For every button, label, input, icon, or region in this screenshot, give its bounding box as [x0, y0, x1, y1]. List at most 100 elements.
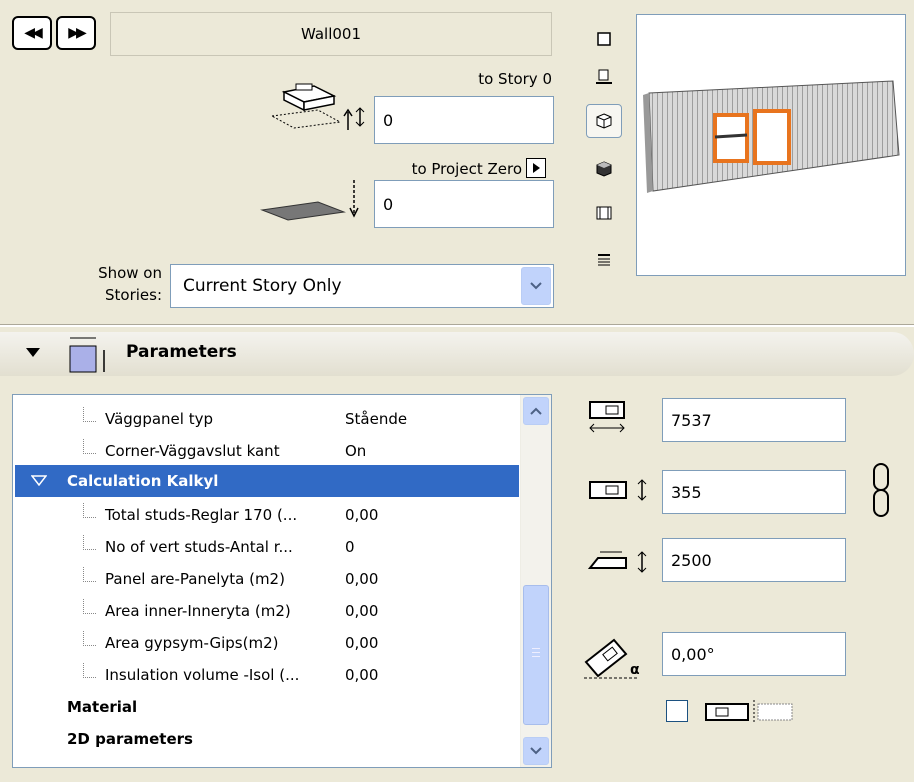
group-label: 2D parameters: [67, 730, 193, 748]
3d-shaded-button[interactable]: [586, 152, 622, 186]
param-value: 0,00: [345, 666, 379, 684]
wall-thickness-input[interactable]: 355: [662, 470, 846, 514]
show-on-stories-value: Current Story Only: [183, 276, 342, 296]
wall-length-value: 7537: [671, 410, 712, 430]
to-project-zero-value: 0: [383, 194, 394, 214]
stories-label: Stories:: [104, 286, 162, 304]
tree-group-material[interactable]: Material: [67, 691, 137, 723]
wall-height-value: 2500: [671, 550, 712, 570]
next-icon: ▶▶: [68, 25, 86, 41]
show-on-stories-select[interactable]: Current Story Only: [170, 264, 554, 308]
param-name: Väggpanel typ: [105, 410, 213, 428]
tree-scrollbar[interactable]: [520, 395, 551, 767]
tree-row[interactable]: Väggpanel typ Stående: [13, 403, 517, 435]
tree-row[interactable]: Total studs-Reglar 170 (... 0,00: [13, 499, 517, 531]
param-value: 0,00: [345, 634, 379, 652]
param-name: No of vert studs-Antal r...: [105, 538, 293, 556]
preview-panel[interactable]: [636, 14, 906, 276]
tree-group-calculation[interactable]: Calculation Kalkyl: [15, 465, 519, 497]
param-name: Area inner-Inneryta (m2): [105, 602, 291, 620]
tree-connector: [83, 503, 96, 518]
to-project-zero-input[interactable]: 0: [374, 180, 554, 228]
wall-length-input[interactable]: 7537: [662, 398, 846, 442]
param-value: On: [345, 442, 367, 460]
cube-icon: [596, 113, 612, 129]
tree-connector: [83, 663, 96, 678]
reference-menu-button[interactable]: [526, 158, 546, 178]
param-value: 0,00: [345, 506, 379, 524]
param-name: Insulation volume -Isol (...: [105, 666, 300, 684]
elevation-to-story-icon: [270, 83, 365, 130]
tree-group-2d-parameters[interactable]: 2D parameters: [67, 723, 193, 755]
tree-connector: [83, 567, 96, 582]
param-name: Corner-Väggavslut kant: [105, 442, 280, 460]
link-chain-icon[interactable]: [868, 460, 896, 520]
tree-connector: [83, 407, 96, 422]
elevation-view-button[interactable]: [586, 196, 622, 230]
chevron-down-icon: [530, 747, 542, 755]
tree-row[interactable]: No of vert studs-Antal r... 0: [13, 531, 517, 563]
param-name: Panel are-Panelyta (m2): [105, 570, 285, 588]
3d-view-button[interactable]: [586, 104, 622, 138]
element-name-field[interactable]: Wall001: [110, 12, 552, 56]
parameters-tree[interactable]: Väggpanel typ Stående Corner-Väggavslut …: [12, 394, 552, 768]
to-project-zero-label: to Project Zero: [411, 160, 522, 178]
show-on-stories-label: Show on Stories:: [78, 262, 162, 306]
element-name: Wall001: [300, 25, 362, 43]
expanded-triangle-icon: [31, 475, 47, 486]
wall-thickness-value: 355: [671, 482, 702, 502]
parameters-icon: [69, 337, 105, 373]
tree-connector: [83, 439, 96, 454]
to-story-label: to Story 0: [478, 70, 552, 88]
tree-connector: [83, 631, 96, 646]
to-story-value: 0: [383, 110, 394, 130]
film-icon: [596, 206, 612, 220]
section-view-button[interactable]: [586, 60, 622, 94]
shaded-cube-icon: [596, 161, 612, 177]
scroll-down-button[interactable]: [523, 737, 549, 765]
param-value: 0: [345, 538, 355, 556]
param-name: Area gypsym-Gips(m2): [105, 634, 279, 652]
plan-view-button[interactable]: [586, 22, 622, 56]
wall-length-icon: [589, 401, 625, 433]
wall-height-icon: [587, 551, 647, 573]
param-value: 0,00: [345, 602, 379, 620]
section-icon: [596, 69, 612, 84]
show-on-label: Show on: [98, 264, 162, 282]
group-label: Calculation Kalkyl: [67, 472, 219, 490]
triangle-right-icon: [533, 163, 540, 173]
tree-row[interactable]: Insulation volume -Isol (... 0,00: [13, 659, 517, 691]
list-view-button[interactable]: [586, 244, 622, 278]
panel-title: Parameters: [126, 342, 237, 362]
tree-row[interactable]: Area gypsym-Gips(m2) 0,00: [13, 627, 517, 659]
mirror-wall-icons: [705, 700, 793, 724]
prev-icon: ◀◀: [24, 25, 42, 41]
param-name: Total studs-Reglar 170 (...: [105, 506, 298, 524]
to-story-input[interactable]: 0: [374, 96, 554, 144]
wall-angle-value: 0,00°: [671, 644, 715, 664]
mirror-checkbox[interactable]: [666, 700, 688, 722]
previous-element-button[interactable]: ◀◀: [12, 16, 52, 50]
tree-row[interactable]: Area inner-Inneryta (m2) 0,00: [13, 595, 517, 627]
tree-row[interactable]: Panel are-Panelyta (m2) 0,00: [13, 563, 517, 595]
param-value: Stående: [345, 410, 408, 428]
element-nav-buttons: ◀◀ ▶▶: [12, 16, 100, 52]
dropdown-arrow-icon[interactable]: [521, 267, 551, 305]
section-separator: [0, 324, 914, 327]
parameters-header[interactable]: Parameters: [0, 332, 914, 376]
list-icon: [598, 254, 610, 266]
elevation-to-project-zero-icon: [260, 180, 359, 221]
scroll-up-button[interactable]: [523, 397, 549, 425]
tree-row[interactable]: Corner-Väggavslut kant On: [13, 435, 517, 467]
wall-angle-input[interactable]: 0,00°: [662, 632, 846, 676]
tree-connector: [83, 599, 96, 614]
param-value: 0,00: [345, 570, 379, 588]
wall-preview-image: [643, 80, 900, 193]
group-label: Material: [67, 698, 138, 716]
wall-angle-icon: α: [584, 638, 640, 679]
wall-thickness-icon: [589, 479, 647, 501]
scroll-thumb[interactable]: [523, 585, 549, 725]
wall-height-input[interactable]: 2500: [662, 538, 846, 582]
svg-text:α: α: [630, 662, 640, 678]
next-element-button[interactable]: ▶▶: [56, 16, 96, 50]
